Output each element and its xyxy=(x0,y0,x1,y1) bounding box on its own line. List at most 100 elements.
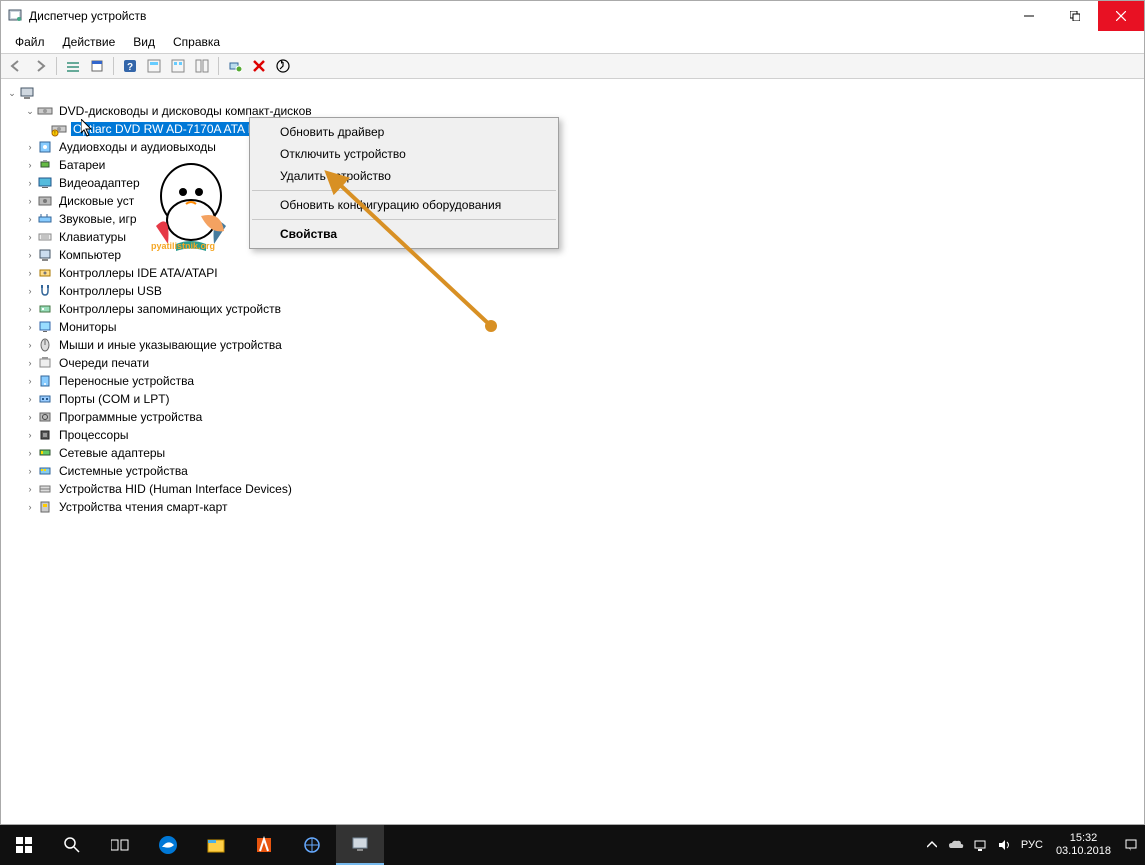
expand-icon[interactable]: › xyxy=(23,176,37,190)
tray-clock[interactable]: 15:32 03.10.2018 xyxy=(1048,832,1119,858)
tree-category[interactable]: ›Компьютер xyxy=(3,246,1142,264)
expand-icon[interactable]: › xyxy=(23,230,37,244)
tree-category[interactable]: ›Процессоры xyxy=(3,426,1142,444)
tree-category[interactable]: › Очереди печати xyxy=(3,354,1142,372)
expand-icon[interactable]: ⌄ xyxy=(23,104,37,118)
tree-category[interactable]: › Контроллеры IDE ATA/ATAPI xyxy=(3,264,1142,282)
expand-icon[interactable]: › xyxy=(23,482,37,496)
tray-notifications-icon[interactable] xyxy=(1119,825,1143,865)
tree-category[interactable]: ›Программные устройства xyxy=(3,408,1142,426)
tree-category[interactable]: ›Дисковые уст xyxy=(3,192,1142,210)
taskbar-app-explorer[interactable] xyxy=(192,825,240,865)
expand-icon[interactable]: › xyxy=(23,194,37,208)
clock-time: 15:32 xyxy=(1056,832,1111,845)
expand-icon[interactable]: › xyxy=(23,140,37,154)
search-button[interactable] xyxy=(48,825,96,865)
tree-category[interactable]: ›Видеоадаптер xyxy=(3,174,1142,192)
tree-category[interactable]: ›Звуковые, игр xyxy=(3,210,1142,228)
category-label: Контроллеры IDE ATA/ATAPI xyxy=(57,266,220,280)
view-button-3[interactable] xyxy=(191,55,213,77)
taskbar-app-2[interactable] xyxy=(288,825,336,865)
forward-button[interactable] xyxy=(29,55,51,77)
device-category-icon xyxy=(37,283,53,299)
expand-icon[interactable]: › xyxy=(23,446,37,460)
show-all-button[interactable] xyxy=(62,55,84,77)
ctx-scan-hardware[interactable]: Обновить конфигурацию оборудования xyxy=(250,194,558,216)
category-label: Очереди печати xyxy=(57,356,151,370)
tree-category[interactable]: ›Контроллеры USB xyxy=(3,282,1142,300)
device-category-icon xyxy=(37,301,53,317)
tree-category[interactable]: ›Устройства чтения смарт-карт xyxy=(3,498,1142,516)
task-view-button[interactable] xyxy=(96,825,144,865)
tree-category-dvd[interactable]: ⌄ DVD-дисководы и дисководы компакт-диск… xyxy=(3,102,1142,120)
device-category-icon xyxy=(37,391,53,407)
tray-expand-icon[interactable] xyxy=(920,825,944,865)
minimize-button[interactable] xyxy=(1006,1,1052,31)
category-label: Аудиовходы и аудиовыходы xyxy=(57,140,218,154)
tray-volume-icon[interactable] xyxy=(992,825,1016,865)
tree-category[interactable]: ›Порты (COM и LPT) xyxy=(3,390,1142,408)
device-category-icon xyxy=(37,463,53,479)
expand-icon[interactable]: › xyxy=(23,158,37,172)
expand-icon[interactable]: › xyxy=(23,428,37,442)
menu-help[interactable]: Справка xyxy=(165,33,228,51)
tree-category[interactable]: ›Переносные устройства xyxy=(3,372,1142,390)
tree-category[interactable]: ›Системные устройства xyxy=(3,462,1142,480)
tree-root[interactable]: ⌄ xyxy=(3,84,1142,102)
start-button[interactable] xyxy=(0,825,48,865)
window-controls xyxy=(1006,1,1144,31)
ctx-disable-device[interactable]: Отключить устройство xyxy=(250,143,558,165)
tree-category[interactable]: ›Устройства HID (Human Interface Devices… xyxy=(3,480,1142,498)
tree-category[interactable]: › Аудиовходы и аудиовыходы xyxy=(3,138,1142,156)
menu-action[interactable]: Действие xyxy=(55,33,124,51)
tree-category[interactable]: ›Контроллеры запоминающих устройств xyxy=(3,300,1142,318)
expand-icon[interactable]: ⌄ xyxy=(5,86,19,100)
expand-icon[interactable]: › xyxy=(23,212,37,226)
tree-category[interactable]: › Сетевые адаптеры xyxy=(3,444,1142,462)
ctx-update-driver[interactable]: Обновить драйвер xyxy=(250,121,558,143)
expand-icon[interactable]: › xyxy=(23,320,37,334)
tray-onedrive-icon[interactable] xyxy=(944,825,968,865)
expand-icon[interactable]: › xyxy=(23,500,37,514)
help-button[interactable]: ? xyxy=(119,55,141,77)
tree-category[interactable]: ›Мыши и иные указывающие устройства xyxy=(3,336,1142,354)
taskbar-app-1[interactable] xyxy=(240,825,288,865)
tree-category[interactable]: ›Батареи xyxy=(3,156,1142,174)
expand-icon[interactable]: › xyxy=(23,284,37,298)
menu-file[interactable]: Файл xyxy=(7,33,53,51)
device-category-icon xyxy=(37,265,53,281)
ctx-uninstall-device[interactable]: Удалить устройство xyxy=(250,165,558,187)
back-button[interactable] xyxy=(5,55,27,77)
expand-icon[interactable]: › xyxy=(23,356,37,370)
uninstall-button[interactable] xyxy=(248,55,270,77)
expand-icon[interactable]: › xyxy=(23,374,37,388)
view-button-1[interactable] xyxy=(143,55,165,77)
maximize-button[interactable] xyxy=(1052,1,1098,31)
expand-icon[interactable]: › xyxy=(23,410,37,424)
expand-icon[interactable]: › xyxy=(23,302,37,316)
ctx-properties[interactable]: Свойства xyxy=(250,223,558,245)
expand-icon[interactable]: › xyxy=(23,392,37,406)
properties-button[interactable] xyxy=(86,55,108,77)
expand-icon[interactable]: › xyxy=(23,464,37,478)
update-driver-button[interactable] xyxy=(272,55,294,77)
menu-view[interactable]: Вид xyxy=(125,33,163,51)
svg-text:!: ! xyxy=(54,131,55,137)
device-category-icon xyxy=(37,319,53,335)
expand-icon[interactable]: › xyxy=(23,338,37,352)
category-label: Сетевые адаптеры xyxy=(57,446,167,460)
expand-icon[interactable]: › xyxy=(23,266,37,280)
close-button[interactable] xyxy=(1098,1,1144,31)
tray-language[interactable]: РУС xyxy=(1016,825,1048,865)
tree-device-dvd-optiarc[interactable]: ! Optiarc DVD RW AD-7170A ATA Device xyxy=(3,120,1142,138)
taskbar-app-device-manager[interactable] xyxy=(336,825,384,865)
device-manager-window: Диспетчер устройств Файл Действие Вид Сп… xyxy=(0,0,1145,825)
taskbar-app-edge[interactable] xyxy=(144,825,192,865)
view-button-2[interactable] xyxy=(167,55,189,77)
device-category-icon xyxy=(37,229,53,245)
tree-category[interactable]: ›Клавиатуры xyxy=(3,228,1142,246)
tray-network-icon[interactable] xyxy=(968,825,992,865)
expand-icon[interactable]: › xyxy=(23,248,37,262)
scan-hardware-button[interactable] xyxy=(224,55,246,77)
tree-category[interactable]: ›Мониторы xyxy=(3,318,1142,336)
